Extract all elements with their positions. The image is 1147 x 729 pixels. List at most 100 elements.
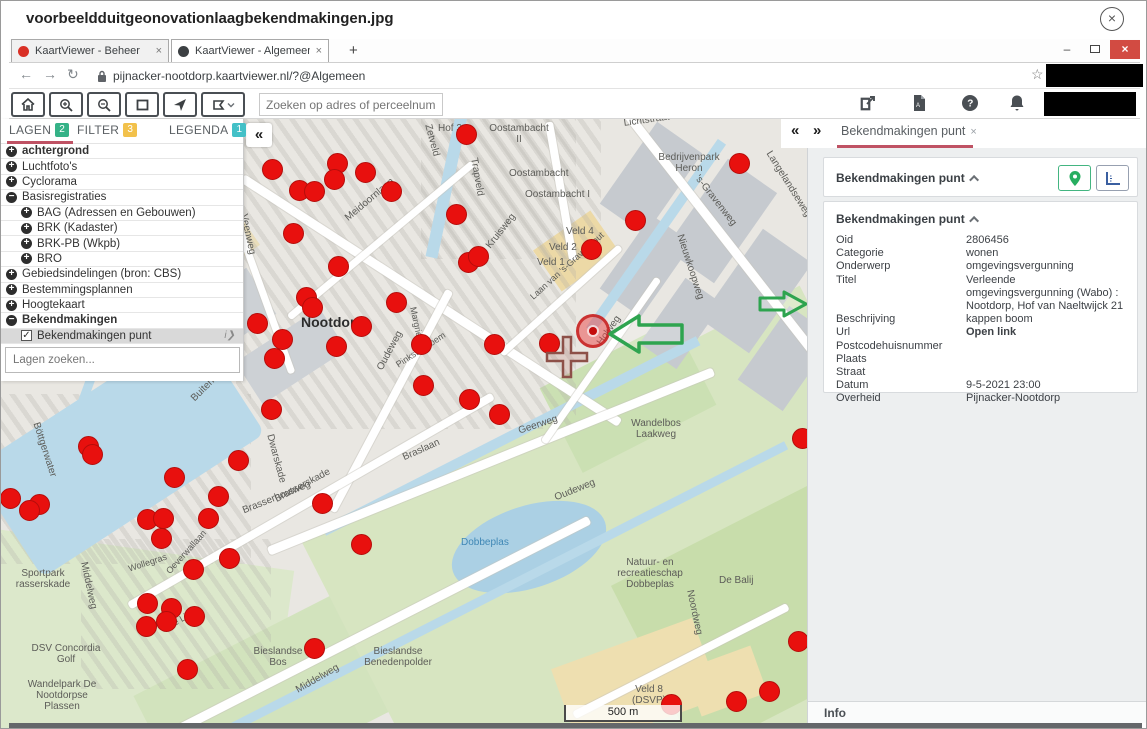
bekendmaking-point[interactable] <box>304 638 325 659</box>
minimize-button[interactable]: – <box>1054 40 1080 59</box>
bekendmaking-point[interactable] <box>208 486 229 507</box>
select-shape-button[interactable] <box>201 92 245 117</box>
bekendmaking-point[interactable] <box>264 348 285 369</box>
browser-tab[interactable]: KaartViewer - Beheer× <box>11 39 169 62</box>
bekendmaking-point[interactable] <box>312 493 333 514</box>
layer-options-icon[interactable]: i❯ <box>224 330 235 341</box>
zoom-in-button[interactable] <box>49 92 83 117</box>
expand-icon[interactable]: + <box>6 176 17 187</box>
tab-close-icon[interactable]: × <box>156 45 162 57</box>
sidebar-tab-lagen[interactable]: LAGEN2 <box>9 123 69 137</box>
layer-row-bekendmakingen-punt[interactable]: ✓Bekendmakingen punti❯ <box>1 329 243 344</box>
expand-icon[interactable]: + <box>21 207 32 218</box>
sidebar-collapse-button[interactable]: « <box>246 123 272 147</box>
panel-collapse-left-button[interactable]: « <box>791 122 799 139</box>
panel-tab-close-icon[interactable]: × <box>970 126 976 138</box>
zoom-extent-button[interactable] <box>125 92 159 117</box>
bekendmaking-point[interactable] <box>326 336 347 357</box>
expand-icon[interactable]: + <box>21 253 32 264</box>
sidebar-tab-filter[interactable]: FILTER3 <box>77 123 137 137</box>
layer-row-brk-pb-wkpb-[interactable]: +BRK-PB (Wkpb) <box>1 236 243 251</box>
expand-icon[interactable]: + <box>6 284 17 295</box>
panel-collapse-right-button[interactable]: » <box>813 122 821 139</box>
bekendmaking-point[interactable] <box>351 534 372 555</box>
back-icon[interactable]: ← <box>19 66 33 82</box>
layer-row-brk-kadaster-[interactable]: +BRK (Kadaster) <box>1 221 243 236</box>
bekendmaking-point[interactable] <box>164 467 185 488</box>
bekendmaking-point[interactable] <box>19 500 40 521</box>
browser-tab[interactable]: KaartViewer - Algemeen× <box>171 39 329 62</box>
tab-close-icon[interactable]: × <box>316 45 322 57</box>
bekendmaking-point[interactable] <box>137 593 158 614</box>
home-button[interactable] <box>11 92 45 117</box>
address-search-input[interactable] <box>259 93 443 116</box>
panel-tab-bekendmakingen-punt[interactable]: Bekendmakingen punt× <box>841 124 977 138</box>
measure-button[interactable] <box>1096 165 1129 191</box>
expand-icon[interactable]: + <box>21 223 32 234</box>
bekendmaking-point[interactable] <box>177 659 198 680</box>
bekendmaking-point[interactable] <box>183 559 204 580</box>
layer-row-achtergrond[interactable]: +achtergrond <box>1 144 243 159</box>
info-footer-bar[interactable]: Info <box>808 701 1147 723</box>
bekendmaking-point[interactable] <box>156 611 177 632</box>
bekendmaking-point[interactable] <box>328 256 349 277</box>
bekendmaking-point[interactable] <box>272 329 293 350</box>
sidebar-tab-legenda[interactable]: LEGENDA1 <box>169 123 246 137</box>
url-text[interactable]: pijnacker-nootdorp.kaartviewer.nl/?@Alge… <box>113 69 365 83</box>
layer-row-bestemmingsplannen[interactable]: +Bestemmingsplannen <box>1 283 243 298</box>
bekendmaking-point[interactable] <box>324 169 345 190</box>
expand-icon[interactable]: + <box>21 238 32 249</box>
bekendmaking-point[interactable] <box>283 223 304 244</box>
section-header[interactable]: Bekendmakingen punt <box>836 212 979 226</box>
layer-row-bag-adressen-en-gebouwen-[interactable]: +BAG (Adressen en Gebouwen) <box>1 206 243 221</box>
bekendmaking-point[interactable] <box>228 450 249 471</box>
open-link[interactable]: Open link <box>966 326 1125 339</box>
layer-row-cyclorama[interactable]: +Cyclorama <box>1 175 243 190</box>
help-button[interactable]: ? <box>961 94 979 117</box>
bekendmaking-point[interactable] <box>459 389 480 410</box>
bekendmaking-point[interactable] <box>729 153 750 174</box>
bekendmaking-point[interactable] <box>82 444 103 465</box>
zoom-to-feature-button[interactable] <box>1058 165 1091 191</box>
bekendmaking-point[interactable] <box>262 159 283 180</box>
bekendmaking-point[interactable] <box>759 681 780 702</box>
bekendmaking-point[interactable] <box>413 375 434 396</box>
forward-icon[interactable]: → <box>43 66 57 82</box>
expand-icon[interactable]: − <box>6 192 17 203</box>
bekendmaking-point[interactable] <box>247 313 268 334</box>
export-pdf-button[interactable]: A <box>911 94 927 117</box>
bekendmaking-point[interactable] <box>304 181 325 202</box>
feature-header-title[interactable]: Bekendmakingen punt <box>836 171 979 185</box>
bekendmaking-point[interactable] <box>788 631 808 652</box>
bekendmaking-point[interactable] <box>468 246 489 267</box>
locate-button[interactable] <box>163 92 197 117</box>
restore-button[interactable] <box>1082 40 1108 59</box>
layer-row-bro[interactable]: +BRO <box>1 252 243 267</box>
layer-row-luchtfoto-s[interactable]: +Luchtfoto's <box>1 159 243 174</box>
bekendmaking-point[interactable] <box>151 528 172 549</box>
bekendmaking-point[interactable] <box>484 334 505 355</box>
bekendmaking-point[interactable] <box>489 404 510 425</box>
expand-icon[interactable]: + <box>6 146 17 157</box>
bekendmaking-point[interactable] <box>1 488 21 509</box>
layer-row-gebiedsindelingen-bron-cbs-[interactable]: +Gebiedsindelingen (bron: CBS) <box>1 267 243 282</box>
bekendmaking-point[interactable] <box>581 239 602 260</box>
layer-search-input[interactable] <box>5 347 240 373</box>
bekendmaking-point[interactable] <box>792 428 808 449</box>
expand-icon[interactable]: − <box>6 315 17 326</box>
bekendmaking-point[interactable] <box>411 334 432 355</box>
bekendmaking-point[interactable] <box>355 162 376 183</box>
bekendmaking-point[interactable] <box>136 616 157 637</box>
close-window-button[interactable]: × <box>1110 40 1140 59</box>
bekendmaking-point[interactable] <box>386 292 407 313</box>
bekendmaking-point[interactable] <box>153 508 174 529</box>
bekendmaking-point[interactable] <box>198 508 219 529</box>
expand-icon[interactable]: + <box>6 161 17 172</box>
bekendmaking-point[interactable] <box>351 316 372 337</box>
bekendmaking-point[interactable] <box>219 548 240 569</box>
reload-icon[interactable]: ↻ <box>67 66 79 83</box>
new-tab-button[interactable]: + <box>349 42 358 59</box>
bekendmaking-point[interactable] <box>381 181 402 202</box>
bekendmaking-point[interactable] <box>261 399 282 420</box>
bekendmaking-point[interactable] <box>446 204 467 225</box>
